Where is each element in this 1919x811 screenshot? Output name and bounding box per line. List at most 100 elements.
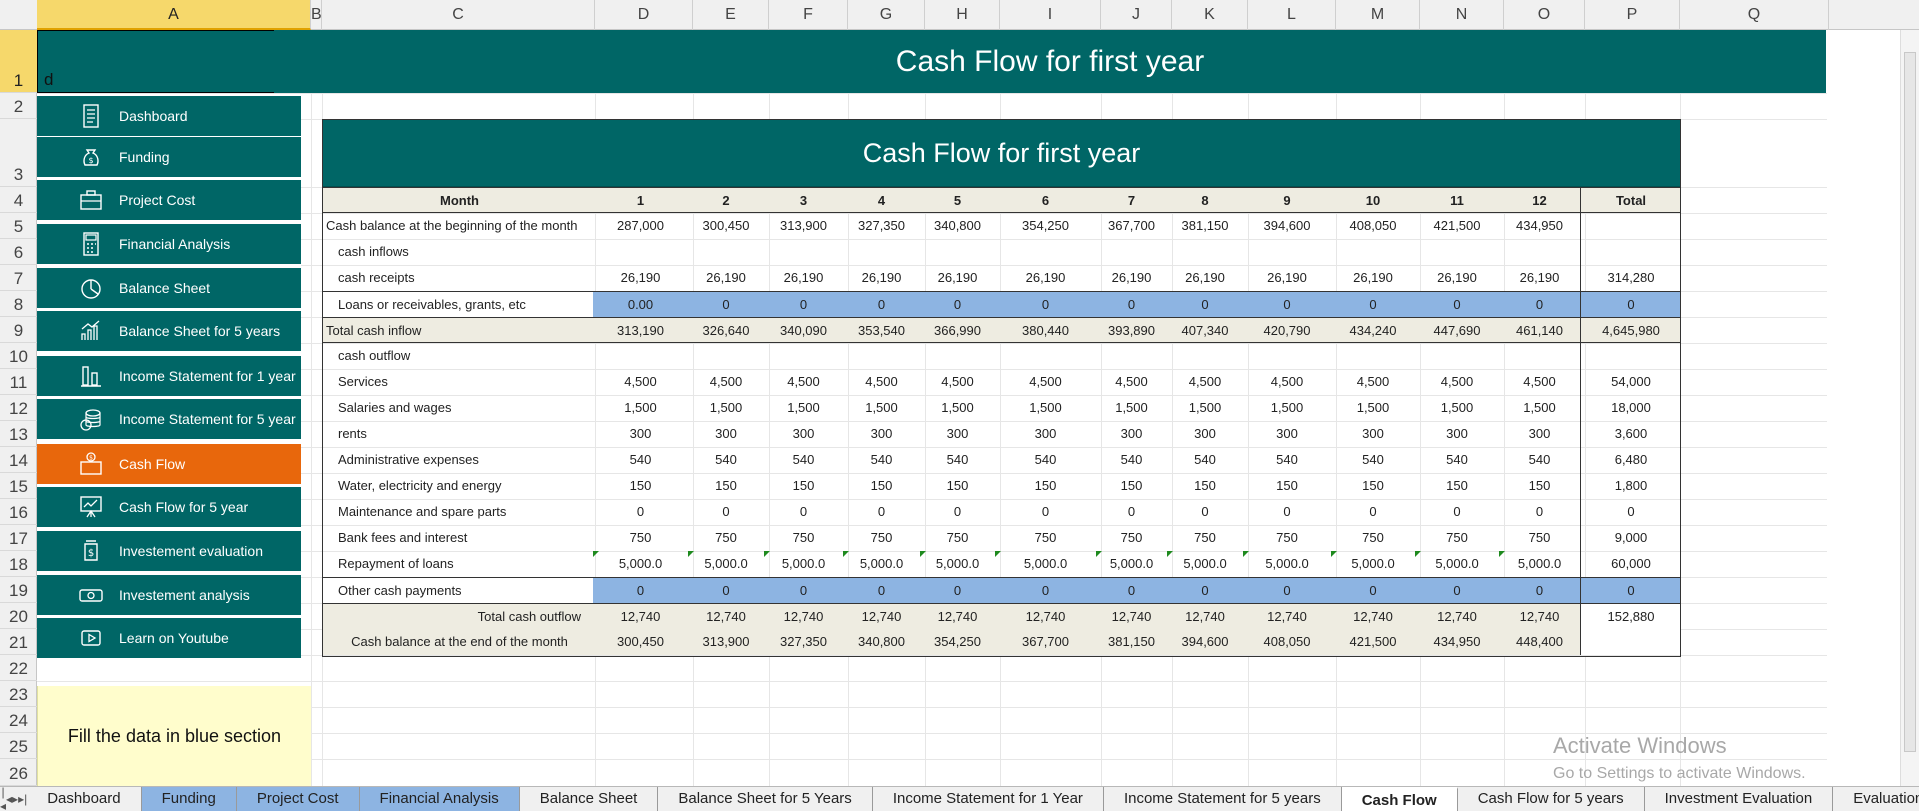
row-header-7[interactable]: 7 <box>0 265 37 291</box>
row-header-2[interactable]: 2 <box>0 93 37 119</box>
cell-month-4[interactable]: 0 <box>843 578 920 604</box>
cell-month-12[interactable]: 0 <box>1499 292 1580 318</box>
column-header-i[interactable]: I <box>1000 0 1101 30</box>
row-header-10[interactable]: 10 <box>0 343 37 369</box>
sidebar-item-income-statement-for-1-year[interactable]: Income Statement for 1 year <box>37 356 301 398</box>
cell-month-11[interactable]: 0 <box>1415 578 1499 604</box>
column-header-j[interactable]: J <box>1101 0 1172 30</box>
column-header-c[interactable]: C <box>322 0 595 30</box>
tab-balance-sheet-for-5-years[interactable]: Balance Sheet for 5 Years <box>658 787 873 811</box>
column-header-p[interactable]: P <box>1585 0 1680 30</box>
row-header-23[interactable]: 23 <box>0 681 37 707</box>
column-header-k[interactable]: K <box>1172 0 1248 30</box>
month-column-header: 6 <box>1041 193 1050 208</box>
column-header-o[interactable]: O <box>1504 0 1585 30</box>
cell-month-8[interactable]: 0 <box>1167 292 1243 318</box>
row-header-16[interactable]: 16 <box>0 499 37 525</box>
sidebar-item-cash-flow[interactable]: $ Cash Flow <box>37 444 301 486</box>
cell-month-12[interactable]: 0 <box>1499 578 1580 604</box>
column-header-d[interactable]: D <box>595 0 693 30</box>
column-header-l[interactable]: L <box>1248 0 1336 30</box>
column-header-e[interactable]: E <box>693 0 769 30</box>
row-header-20[interactable]: 20 <box>0 603 37 629</box>
sidebar-item-balance-sheet-for-5-years[interactable]: Balance Sheet for 5 years <box>37 311 301 353</box>
row-header-26[interactable]: 26 <box>0 759 37 786</box>
row-header-11[interactable]: 11 <box>0 369 37 395</box>
sidebar-item-cash-flow-for-5-year[interactable]: Cash Flow for 5 year <box>37 487 301 529</box>
tab-investment-evaluation[interactable]: Investment Evaluation <box>1645 787 1834 811</box>
selected-cell-a1[interactable]: d <box>37 30 311 93</box>
column-header-m[interactable]: M <box>1336 0 1420 30</box>
cell-month-8[interactable]: 0 <box>1167 578 1243 604</box>
cell-month-5[interactable]: 0 <box>920 578 995 604</box>
tab-dashboard[interactable]: Dashboard <box>27 787 142 811</box>
cell-month-11: 300 <box>1446 426 1468 441</box>
cell-month-7[interactable]: 0 <box>1096 578 1167 604</box>
cell-month-7[interactable]: 0 <box>1096 292 1167 318</box>
cell-month-2[interactable]: 0 <box>688 292 764 318</box>
cell-month-10[interactable]: 0 <box>1331 292 1415 318</box>
vertical-scrollbar[interactable] <box>1900 30 1919 786</box>
cell-month-1[interactable]: 0 <box>593 578 688 604</box>
tab-income-statement-for-5-years[interactable]: Income Statement for 5 years <box>1104 787 1342 811</box>
sidebar-item-investement-evaluation[interactable]: $ Investement evaluation <box>37 531 301 573</box>
tab-cash-flow[interactable]: Cash Flow <box>1341 787 1458 811</box>
cell-month-5[interactable]: 0 <box>920 292 995 318</box>
cell-month-9[interactable]: 0 <box>1243 578 1331 604</box>
row-header-3[interactable]: 3 <box>0 119 37 187</box>
sidebar-item-balance-sheet[interactable]: Balance Sheet <box>37 268 301 310</box>
column-header-h[interactable]: H <box>925 0 1000 30</box>
tab-financial-analysis[interactable]: Financial Analysis <box>359 787 520 811</box>
row-header-17[interactable]: 17 <box>0 525 37 551</box>
tab-cash-flow-for-5-years[interactable]: Cash Flow for 5 years <box>1458 787 1645 811</box>
cell-month-6[interactable]: 0 <box>995 292 1096 318</box>
column-header-f[interactable]: F <box>769 0 848 30</box>
column-header-a[interactable]: A <box>37 0 311 30</box>
tab-funding[interactable]: Funding <box>141 787 237 811</box>
row-header-13[interactable]: 13 <box>0 421 37 447</box>
row-header-18[interactable]: 18 <box>0 551 37 577</box>
row-header-14[interactable]: 14 <box>0 447 37 473</box>
sidebar-item-financial-analysis[interactable]: Financial Analysis <box>37 224 301 266</box>
row-header-21[interactable]: 21 <box>0 629 37 655</box>
sidebar-item-funding[interactable]: $ Funding <box>37 137 301 179</box>
sidebar-item-project-cost[interactable]: Project Cost <box>37 180 301 222</box>
row-header-5[interactable]: 5 <box>0 213 37 239</box>
cell-month-11[interactable]: 0 <box>1415 292 1499 318</box>
row-header-4[interactable]: 4 <box>0 187 37 213</box>
cell-month-9[interactable]: 0 <box>1243 292 1331 318</box>
row-header-1[interactable]: 1 <box>0 30 37 93</box>
cell-month-3[interactable]: 0 <box>764 578 843 604</box>
cell-a1-value[interactable]: d <box>44 70 53 90</box>
column-header-n[interactable]: N <box>1420 0 1504 30</box>
sidebar-item-income-statement-for-5-year[interactable]: Income Statement for 5 year <box>37 399 301 441</box>
sidebar-item-dashboard[interactable]: Dashboard <box>37 96 301 138</box>
sidebar-item-learn-on-youtube[interactable]: Learn on Youtube <box>37 618 301 660</box>
tab-balance-sheet[interactable]: Balance Sheet <box>520 787 659 811</box>
column-header-b[interactable]: B <box>311 0 322 30</box>
row-header-8[interactable]: 8 <box>0 291 37 317</box>
row-header-19[interactable]: 19 <box>0 577 37 603</box>
column-header-g[interactable]: G <box>848 0 925 30</box>
row-header-15[interactable]: 15 <box>0 473 37 499</box>
cell-month-6[interactable]: 0 <box>995 578 1096 604</box>
last-tab-button[interactable]: ▸| <box>18 792 27 806</box>
sidebar-item-investement-analysis[interactable]: Investement analysis <box>37 575 301 617</box>
column-header-q[interactable]: Q <box>1680 0 1829 30</box>
row-header-22[interactable]: 22 <box>0 655 37 681</box>
row-header-24[interactable]: 24 <box>0 707 37 733</box>
row-header-9[interactable]: 9 <box>0 317 37 343</box>
row-header-12[interactable]: 12 <box>0 395 37 421</box>
cell-month-3[interactable]: 0 <box>764 292 843 318</box>
scrollbar-thumb[interactable] <box>1904 52 1916 752</box>
row-header-25[interactable]: 25 <box>0 733 37 759</box>
cell-month-10[interactable]: 0 <box>1331 578 1415 604</box>
tab-income-statement-for-1-year[interactable]: Income Statement for 1 Year <box>873 787 1104 811</box>
tab-project-cost[interactable]: Project Cost <box>236 787 360 811</box>
cell-month-1[interactable]: 0.00 <box>593 292 688 318</box>
cell-month-2[interactable]: 0 <box>688 578 764 604</box>
tab-evaluation[interactable]: Evaluation <box>1833 787 1919 811</box>
cell-month-12: 12,740 <box>1519 609 1560 624</box>
row-header-6[interactable]: 6 <box>0 239 37 265</box>
cell-month-4[interactable]: 0 <box>843 292 920 318</box>
